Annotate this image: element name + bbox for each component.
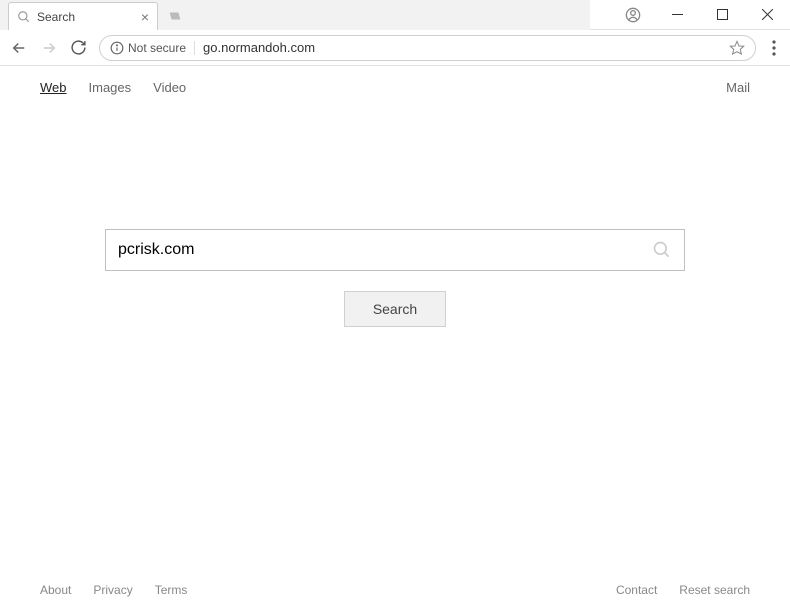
close-window-button[interactable]	[745, 0, 790, 30]
forward-button[interactable]	[40, 39, 58, 57]
browser-menu-button[interactable]	[768, 40, 780, 56]
close-tab-icon[interactable]: ×	[141, 9, 149, 25]
user-profile-icon[interactable]	[610, 0, 655, 30]
nav-images[interactable]: Images	[89, 80, 132, 95]
reload-button[interactable]	[70, 39, 87, 56]
search-area: Search	[0, 229, 790, 327]
footer-contact[interactable]: Contact	[616, 583, 657, 597]
maximize-button[interactable]	[700, 0, 745, 30]
new-tab-button[interactable]	[164, 7, 186, 25]
footer-privacy[interactable]: Privacy	[93, 583, 132, 597]
browser-toolbar: Not secure go.normandoh.com	[0, 30, 790, 66]
footer-reset[interactable]: Reset search	[679, 583, 750, 597]
browser-tab[interactable]: Search ×	[8, 2, 158, 30]
page-footer: About Privacy Terms Contact Reset search	[0, 569, 790, 611]
bookmark-star-icon[interactable]	[729, 40, 745, 56]
security-badge[interactable]: Not secure	[110, 41, 195, 55]
footer-terms[interactable]: Terms	[155, 583, 188, 597]
info-icon	[110, 41, 124, 55]
search-button[interactable]: Search	[344, 291, 446, 327]
back-button[interactable]	[10, 39, 28, 57]
search-input[interactable]	[118, 241, 652, 259]
page-nav: Web Images Video Mail	[0, 66, 790, 109]
footer-about[interactable]: About	[40, 583, 71, 597]
search-box	[105, 229, 685, 271]
url-text: go.normandoh.com	[203, 40, 721, 55]
nav-mail[interactable]: Mail	[726, 80, 750, 95]
search-icon[interactable]	[652, 240, 672, 260]
search-icon	[17, 10, 31, 24]
security-label: Not secure	[128, 41, 186, 55]
nav-web[interactable]: Web	[40, 80, 67, 95]
nav-video[interactable]: Video	[153, 80, 186, 95]
minimize-button[interactable]	[655, 0, 700, 30]
address-bar[interactable]: Not secure go.normandoh.com	[99, 35, 756, 61]
page-content: PCrisk.com Web Images Video Mail Search …	[0, 66, 790, 611]
tab-strip: Search ×	[0, 0, 590, 30]
tab-title: Search	[37, 10, 75, 24]
